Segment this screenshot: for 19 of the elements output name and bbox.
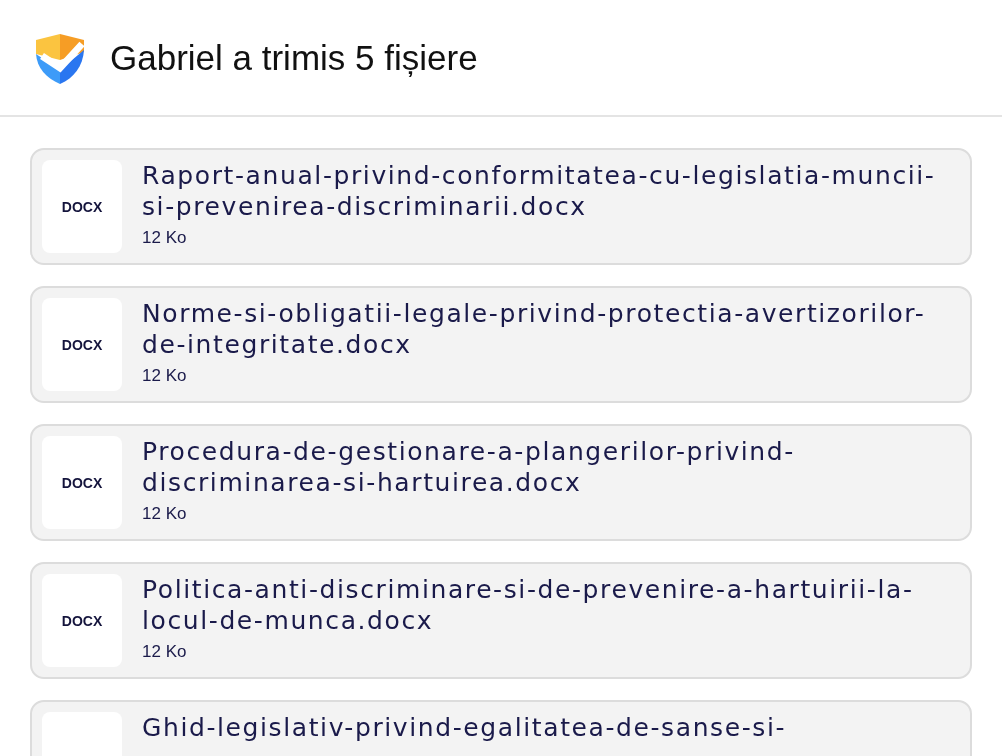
file-type-badge: DOCX [42, 574, 122, 667]
file-size: 12 Ko [142, 642, 188, 662]
file-card[interactable]: DOCX Politica-anti-discriminare-si-de-prevenire-a-hartuirii-la-locul-de-munca.docx 12 Ko [30, 562, 972, 679]
file-card[interactable]: DOCX Norme-si-obligatii-legale-privind-protectia-avertizorilor-de-integritate.docx 12 Ko [30, 286, 972, 403]
file-type-badge: DOCX [42, 160, 122, 253]
header-title: Gabriel a trimis 5 fișiere [110, 37, 478, 78]
file-size: 12 Ko [142, 228, 188, 248]
file-name: Politica-anti-discriminare-si-de-prevenire-a-hartuirii-la-locul-de-munca.docx [142, 574, 915, 636]
file-type-badge: DOCX [42, 298, 122, 391]
file-card[interactable]: Ghid-legislativ-privind-egalitatea-de-sanse-si- [30, 700, 972, 756]
file-name: Procedura-de-gestionare-a-plangerilor-privind-discriminarea-si-hartuirea.docx [142, 436, 796, 498]
file-card[interactable]: DOCX Procedura-de-gestionare-a-plangerilor-privind-discriminarea-si-hartuirea.docx 12 Ko [30, 424, 972, 541]
file-name: Ghid-legislativ-privind-egalitatea-de-sanse-si- [142, 712, 787, 743]
file-type-badge: DOCX [42, 436, 122, 529]
file-name: Raport-anual-privind-conformitatea-cu-legislatia-muncii-si-prevenirea-discriminarii.docx [142, 160, 937, 222]
file-name: Norme-si-obligatii-legale-privind-protectia-avertizorilor-de-integritate.docx [142, 298, 927, 360]
file-size: 12 Ko [142, 366, 188, 386]
file-card[interactable]: DOCX Raport-anual-privind-conformitatea-cu-legislatia-muncii-si-prevenirea-discriminarii.docx 12 Ko [30, 148, 972, 265]
file-size: 12 Ko [142, 504, 188, 524]
